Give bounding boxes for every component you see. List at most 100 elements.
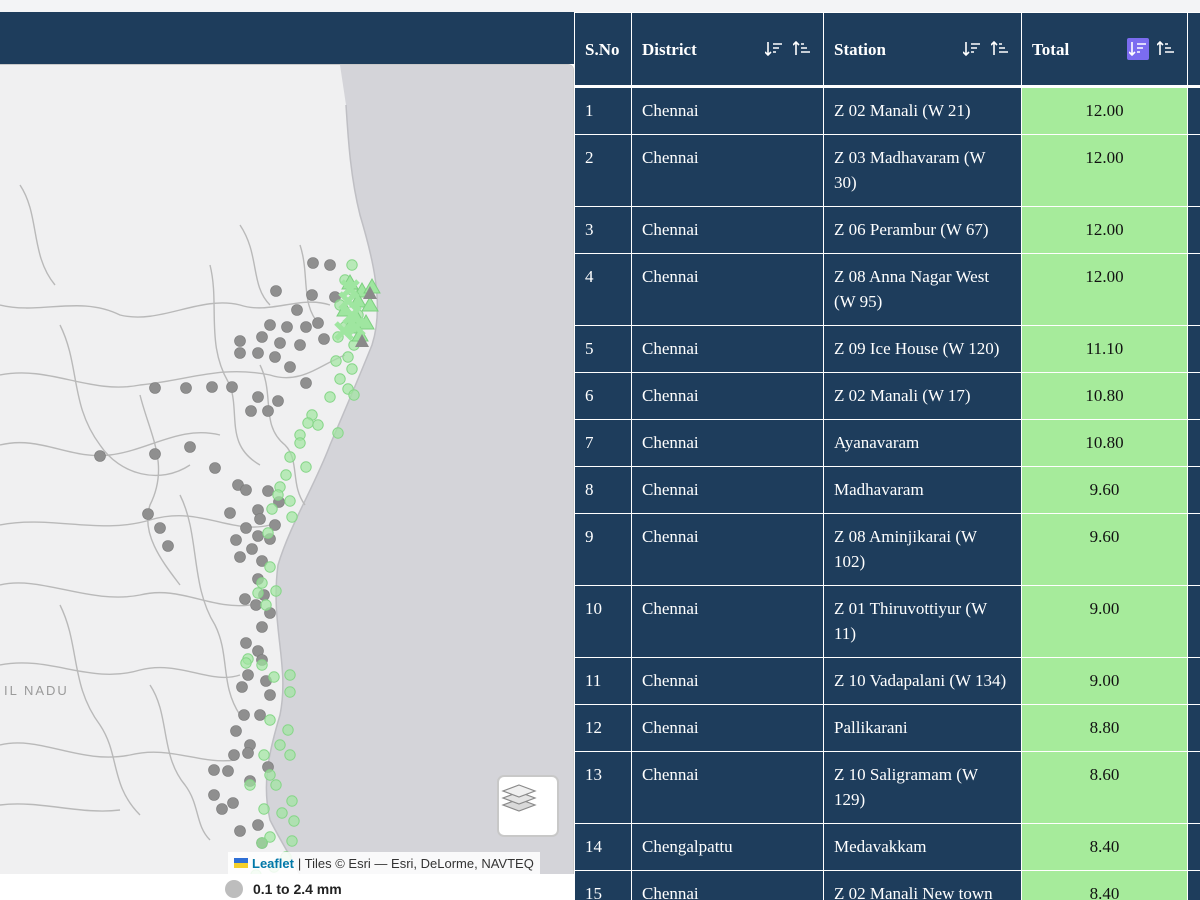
station-marker-green[interactable] (240, 657, 252, 669)
station-marker-grey[interactable] (300, 377, 312, 389)
station-marker-green[interactable] (286, 835, 298, 847)
table-row[interactable]: 6 Chennai Z 02 Manali (W 17) 10.80 (574, 372, 1200, 420)
station-marker-grey[interactable] (242, 747, 254, 759)
station-marker-grey[interactable] (291, 304, 303, 316)
sort-desc-active-icon[interactable] (1127, 38, 1149, 60)
station-marker-grey[interactable] (318, 333, 330, 345)
station-marker-green[interactable] (258, 803, 270, 815)
station-marker-grey[interactable] (208, 764, 220, 776)
station-marker-green[interactable] (324, 391, 336, 403)
station-marker-grey[interactable] (307, 257, 319, 269)
station-marker-green[interactable] (294, 437, 306, 449)
station-marker-grey[interactable] (230, 725, 242, 737)
station-marker-green[interactable] (268, 671, 280, 683)
station-marker-green[interactable] (252, 587, 264, 599)
station-marker-grey[interactable] (262, 485, 274, 497)
station-marker-green[interactable] (258, 749, 270, 761)
station-marker-green[interactable] (280, 469, 292, 481)
map-canvas[interactable]: IL NADU (0, 65, 574, 874)
layers-control-button[interactable] (497, 775, 559, 837)
station-marker-grey[interactable] (245, 405, 257, 417)
station-marker-grey[interactable] (230, 534, 242, 546)
station-marker-grey[interactable] (252, 391, 264, 403)
station-marker-grey[interactable] (269, 351, 281, 363)
station-marker-green[interactable] (270, 779, 282, 791)
station-marker-grey[interactable] (242, 669, 254, 681)
table-row[interactable]: 3 Chennai Z 06 Perambur (W 67) 12.00 (574, 206, 1200, 254)
table-row[interactable]: 5 Chennai Z 09 Ice House (W 120) 11.10 (574, 325, 1200, 373)
station-marker-green[interactable] (264, 769, 276, 781)
station-marker-grey[interactable] (240, 522, 252, 534)
station-marker-grey[interactable] (240, 484, 252, 496)
station-marker-grey[interactable] (264, 689, 276, 701)
station-marker-grey[interactable] (149, 382, 161, 394)
station-marker-grey[interactable] (234, 551, 246, 563)
station-marker-grey[interactable] (224, 507, 236, 519)
station-marker-grey[interactable] (208, 789, 220, 801)
station-marker-grey[interactable] (234, 335, 246, 347)
station-marker-grey[interactable] (281, 321, 293, 333)
table-row[interactable]: 7 Chennai Ayanavaram 10.80 (574, 419, 1200, 467)
station-marker-grey[interactable] (294, 339, 306, 351)
station-marker-grey[interactable] (306, 289, 318, 301)
station-marker-grey[interactable] (252, 347, 264, 359)
station-marker-green[interactable] (346, 259, 358, 271)
station-marker-grey[interactable] (234, 347, 246, 359)
station-marker-grey[interactable] (300, 321, 312, 333)
station-marker-grey[interactable] (222, 765, 234, 777)
sort-asc-icon[interactable] (1155, 38, 1177, 60)
station-marker-green[interactable] (284, 749, 296, 761)
station-marker-grey[interactable] (256, 331, 268, 343)
station-marker-grey[interactable] (162, 540, 174, 552)
station-marker-grey[interactable] (184, 441, 196, 453)
table-row[interactable]: 14 Chengalpattu Medavakkam 8.40 (574, 823, 1200, 871)
station-marker-grey[interactable] (236, 681, 248, 693)
station-marker-green[interactable] (332, 427, 344, 439)
table-row[interactable]: 15 Chennai Z 02 Manali New town 8.40 (574, 870, 1200, 900)
station-marker-green[interactable] (266, 503, 278, 515)
station-marker-grey[interactable] (264, 319, 276, 331)
station-marker-green[interactable] (270, 585, 282, 597)
station-marker-grey[interactable] (246, 543, 258, 555)
station-marker-grey[interactable] (250, 599, 262, 611)
station-marker-green[interactable] (342, 351, 354, 363)
station-marker-grey[interactable] (312, 317, 324, 329)
station-marker-green[interactable] (284, 669, 296, 681)
station-marker-green[interactable] (262, 527, 274, 539)
station-marker-green[interactable] (244, 779, 256, 791)
station-marker-grey[interactable] (180, 382, 192, 394)
station-marker-green[interactable] (272, 489, 284, 501)
station-marker-grey[interactable] (227, 797, 239, 809)
station-marker-green[interactable] (274, 739, 286, 751)
sort-asc-icon[interactable] (989, 38, 1011, 60)
station-marker-grey[interactable] (226, 381, 238, 393)
station-marker-grey[interactable] (228, 749, 240, 761)
station-marker-grey[interactable] (238, 709, 250, 721)
station-marker-grey[interactable] (284, 361, 296, 373)
station-marker-green[interactable] (264, 561, 276, 573)
station-marker-grey[interactable] (272, 395, 284, 407)
station-marker-grey[interactable] (154, 522, 166, 534)
station-marker-green[interactable] (264, 714, 276, 726)
table-row[interactable]: 13 Chennai Z 10 Saligramam (W 129) 8.60 (574, 751, 1200, 824)
station-marker-grey[interactable] (254, 513, 266, 525)
station-marker-grey[interactable] (274, 337, 286, 349)
leaflet-link[interactable]: Leaflet (252, 856, 294, 871)
station-marker-green[interactable] (346, 363, 358, 375)
station-marker-green[interactable] (284, 451, 296, 463)
station-marker-green[interactable] (256, 659, 268, 671)
station-marker-green[interactable] (286, 511, 298, 523)
station-marker-grey[interactable] (252, 530, 264, 542)
station-marker-grey[interactable] (149, 448, 161, 460)
station-marker-green[interactable] (260, 599, 272, 611)
station-marker-grey[interactable] (262, 405, 274, 417)
sort-desc-icon[interactable] (763, 38, 785, 60)
station-marker-green[interactable] (312, 419, 324, 431)
station-marker-green[interactable] (286, 795, 298, 807)
station-marker-grey[interactable] (324, 259, 336, 271)
station-marker-green[interactable] (256, 837, 268, 849)
station-marker-green[interactable] (302, 417, 314, 429)
station-marker-green[interactable] (284, 686, 296, 698)
station-marker-green[interactable] (330, 355, 342, 367)
station-marker-grey[interactable] (270, 285, 282, 297)
